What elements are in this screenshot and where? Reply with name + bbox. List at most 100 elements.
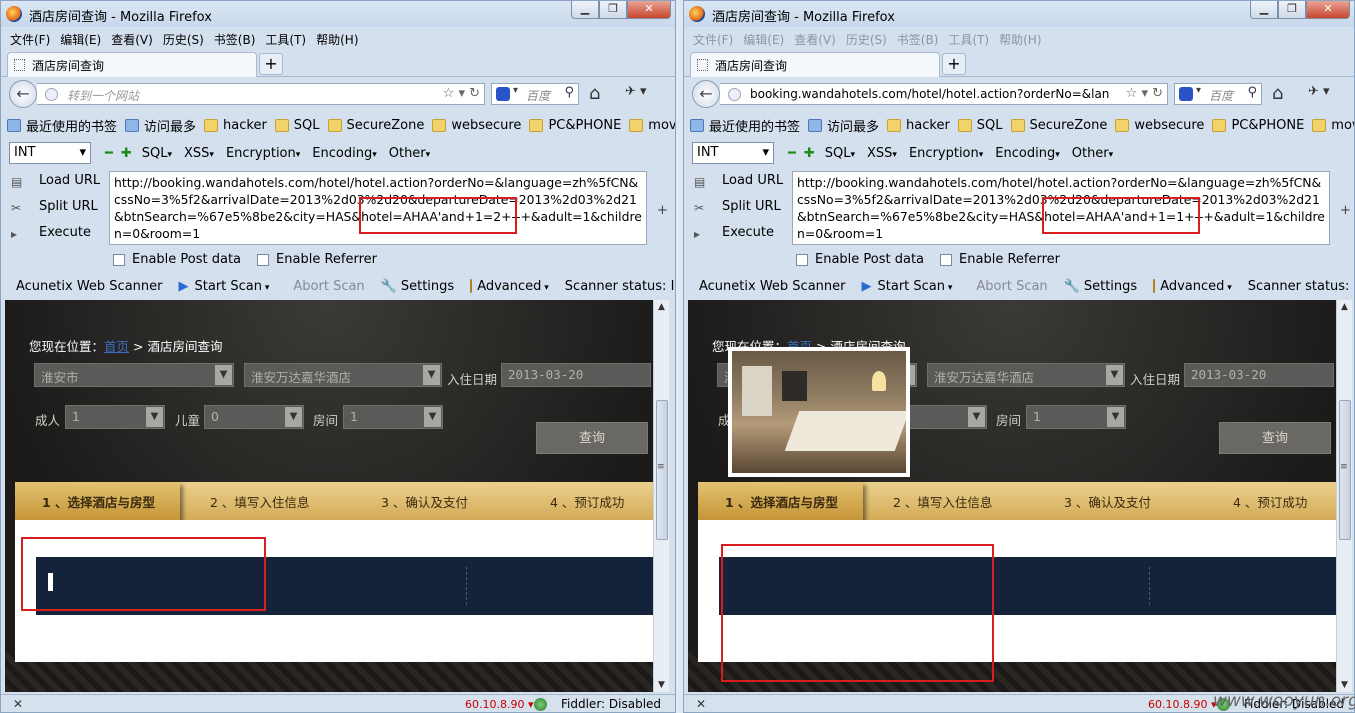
- address-bar[interactable]: booking.wandahotels.com/hotel/hotel.acti…: [720, 83, 1168, 105]
- hotel-select[interactable]: 淮安万达嘉华酒店 ▼: [927, 363, 1125, 387]
- bookmark-item[interactable]: SQL: [274, 118, 320, 133]
- children-select[interactable]: 0▼: [204, 405, 304, 429]
- settings-button[interactable]: Settings: [1084, 279, 1137, 294]
- addon-icon[interactable]: ✈ ▾: [625, 84, 647, 99]
- enable-referrer-checkbox[interactable]: Enable Referrer: [940, 252, 1060, 267]
- back-button[interactable]: ←: [9, 80, 37, 108]
- new-tab-button[interactable]: +: [942, 53, 966, 75]
- bookmark-item[interactable]: movie: [1312, 118, 1354, 133]
- minus-icon[interactable]: ━: [105, 146, 113, 161]
- bookmark-item[interactable]: 最近使用的书签: [690, 116, 800, 135]
- hackbar-type-select[interactable]: INT: [692, 142, 774, 164]
- search-icon[interactable]: ⚲: [1247, 85, 1257, 100]
- menu-item[interactable]: 编辑(E): [60, 31, 101, 48]
- expand-plus-icon[interactable]: +: [1340, 203, 1351, 218]
- menu-item[interactable]: 查看(V): [111, 31, 153, 48]
- query-button[interactable]: 查询: [1219, 422, 1331, 454]
- settings-button[interactable]: Settings: [401, 279, 454, 294]
- fiddler-status[interactable]: Fiddler: Disabled: [561, 697, 661, 711]
- baidu-engine-icon[interactable]: [496, 85, 518, 101]
- start-scan-button[interactable]: Start Scan: [878, 279, 953, 294]
- close-addon-bar-icon[interactable]: ✕: [696, 697, 706, 711]
- hackbar-type-select[interactable]: INT: [9, 142, 91, 164]
- scroll-down-icon[interactable]: ▼: [1341, 680, 1348, 690]
- hackbar-menu[interactable]: Encryption: [909, 146, 983, 161]
- bookmark-item[interactable]: websecure: [1115, 118, 1204, 133]
- bookmark-item[interactable]: movie: [629, 118, 675, 133]
- bookmark-item[interactable]: 访问最多: [125, 116, 196, 135]
- menu-item[interactable]: 文件(F): [693, 31, 733, 48]
- close-button[interactable]: ✕: [1306, 1, 1350, 19]
- hackbar-menu[interactable]: Encryption: [226, 146, 300, 161]
- address-bar[interactable]: 转到一个网站 ☆ ▾ ↻: [37, 83, 485, 105]
- abort-scan-button[interactable]: Abort Scan: [976, 279, 1047, 294]
- scroll-up-icon[interactable]: ▲: [658, 302, 665, 312]
- hackbar-menu[interactable]: SQL: [142, 146, 172, 161]
- maximize-button[interactable]: ❐: [599, 1, 627, 19]
- bookmark-item[interactable]: SecureZone: [1010, 118, 1107, 133]
- bookmark-item[interactable]: 最近使用的书签: [7, 116, 117, 135]
- hackbar-menu[interactable]: Encoding: [312, 146, 376, 161]
- start-scan-button[interactable]: Start Scan: [195, 279, 270, 294]
- baidu-engine-icon[interactable]: [1179, 85, 1201, 101]
- close-addon-bar-icon[interactable]: ✕: [13, 697, 23, 711]
- breadcrumb-home-link[interactable]: 首页: [104, 339, 129, 354]
- bookmark-item[interactable]: hacker: [887, 118, 950, 133]
- hackbar-menu[interactable]: Encoding: [995, 146, 1059, 161]
- advanced-button[interactable]: Advanced: [1160, 279, 1232, 294]
- search-icon[interactable]: ⚲: [564, 85, 574, 100]
- hackbar-menu[interactable]: XSS: [184, 146, 214, 161]
- new-tab-button[interactable]: +: [259, 53, 283, 75]
- menu-item[interactable]: 工具(T): [948, 31, 989, 48]
- hackbar-menu[interactable]: XSS: [867, 146, 897, 161]
- enable-post-checkbox[interactable]: Enable Post data: [796, 252, 924, 267]
- expand-plus-icon[interactable]: +: [657, 203, 668, 218]
- scroll-down-icon[interactable]: ▼: [658, 680, 665, 690]
- menu-item[interactable]: 文件(F): [10, 31, 50, 48]
- enable-post-checkbox[interactable]: Enable Post data: [113, 252, 241, 267]
- tab-hotel-search[interactable]: 酒店房间查询: [7, 52, 257, 77]
- close-button[interactable]: ✕: [627, 1, 671, 19]
- menu-item[interactable]: 历史(S): [163, 31, 204, 48]
- home-icon[interactable]: ⌂: [1272, 83, 1283, 104]
- addon-icon[interactable]: ✈ ▾: [1308, 84, 1330, 99]
- menu-item[interactable]: 工具(T): [265, 31, 306, 48]
- enable-referrer-checkbox[interactable]: Enable Referrer: [257, 252, 377, 267]
- minimize-button[interactable]: ▁: [571, 1, 599, 19]
- hackbar-menu[interactable]: Other: [389, 146, 430, 161]
- checkin-date-input[interactable]: 2013-03-20: [501, 363, 651, 387]
- minimize-button[interactable]: ▁: [1250, 1, 1278, 19]
- search-box[interactable]: 百度 ⚲: [491, 83, 579, 105]
- menu-item[interactable]: 历史(S): [846, 31, 887, 48]
- bookmark-item[interactable]: websecure: [432, 118, 521, 133]
- menu-item[interactable]: 书签(B): [897, 31, 939, 48]
- abort-scan-button[interactable]: Abort Scan: [293, 279, 364, 294]
- query-button[interactable]: 查询: [536, 422, 648, 454]
- hackbar-menu[interactable]: SQL: [825, 146, 855, 161]
- rooms-select[interactable]: 1 ▼: [1026, 405, 1126, 429]
- adults-select[interactable]: 1▼: [65, 405, 165, 429]
- room-photo[interactable]: [728, 347, 910, 477]
- plus-icon[interactable]: ✚: [121, 146, 132, 161]
- bookmark-item[interactable]: SecureZone: [327, 118, 424, 133]
- menu-item[interactable]: 查看(V): [794, 31, 836, 48]
- tab-hotel-search[interactable]: 酒店房间查询: [690, 52, 940, 77]
- menu-item[interactable]: 书签(B): [214, 31, 256, 48]
- back-button[interactable]: ←: [692, 80, 720, 108]
- plus-icon[interactable]: ✚: [804, 146, 815, 161]
- vertical-scrollbar[interactable]: ▲ ≡ ▼: [653, 300, 669, 692]
- menu-item[interactable]: 帮助(H): [316, 31, 358, 48]
- advanced-button[interactable]: Advanced: [477, 279, 549, 294]
- bookmark-item[interactable]: hacker: [204, 118, 267, 133]
- scroll-up-icon[interactable]: ▲: [1341, 302, 1348, 312]
- city-select[interactable]: 淮安市▼: [34, 363, 234, 387]
- maximize-button[interactable]: ❐: [1278, 1, 1306, 19]
- bookmark-item[interactable]: PC&PHONE: [1212, 118, 1304, 133]
- hotel-select[interactable]: 淮安万达嘉华酒店 ▼: [244, 363, 442, 387]
- bookmark-item[interactable]: 访问最多: [808, 116, 879, 135]
- checkin-date-input[interactable]: 2013-03-20: [1184, 363, 1334, 387]
- search-box[interactable]: 百度 ⚲: [1174, 83, 1262, 105]
- rooms-select[interactable]: 1 ▼: [343, 405, 443, 429]
- hackbar-menu[interactable]: Other: [1072, 146, 1113, 161]
- menu-item[interactable]: 编辑(E): [743, 31, 784, 48]
